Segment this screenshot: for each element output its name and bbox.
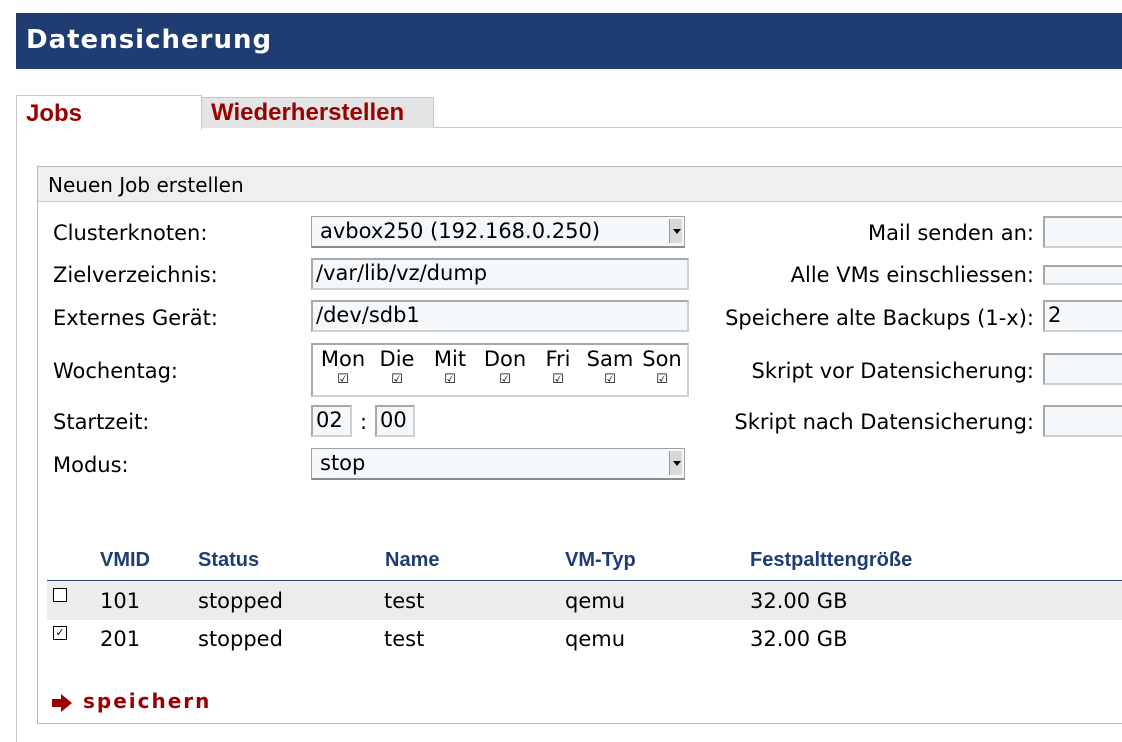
mail-input[interactable] [1043,216,1122,248]
panel-title: Neuen Job erstellen [48,173,244,197]
day-mon[interactable]: Mon ☑ [317,347,369,386]
checkbox-checked-icon[interactable]: ☑ [317,373,369,386]
column-header-name[interactable]: Name [385,549,439,572]
keep-backups-input[interactable]: 2 [1043,300,1122,332]
day-name: Don [483,347,527,371]
checkbox-checked-icon[interactable]: ☑ [375,373,419,386]
table-header-divider [47,580,1122,581]
cell-name: test [384,589,425,613]
table-row[interactable]: ✓ 201 stopped test qemu 32.00 GB [47,620,1122,658]
start-minute-input[interactable]: 00 [375,405,415,437]
checkbox-checked-icon[interactable]: ☑ [479,373,531,386]
cell-vmid: 101 [100,589,141,613]
cell-vmid: 201 [100,627,141,651]
mode-select-value: stop [320,451,366,475]
column-header-vmid[interactable]: VMID [100,549,150,572]
checkbox-checked-icon[interactable]: ☑ [540,373,576,386]
arrow-right-icon [52,694,72,712]
start-time-label: Startzeit: [53,410,150,434]
save-label: speichern [83,689,212,713]
row-checkbox[interactable]: ✓ [53,626,67,640]
table-row[interactable]: 101 stopped test qemu 32.00 GB [47,582,1122,620]
cell-vm-type: qemu [565,589,626,613]
external-device-label: Externes Gerät: [53,306,218,330]
cell-disk-size: 32.00 GB [750,589,848,613]
mode-label: Modus: [53,453,129,477]
cell-disk-size: 32.00 GB [750,627,848,651]
day-don[interactable]: Don ☑ [479,347,531,386]
column-header-disk-size[interactable]: Festpalttengröße [750,549,912,572]
tab-restore-label: Wiederherstellen [211,99,405,126]
mail-label: Mail senden an: [868,221,1034,245]
script-before-label: Skript vor Datensicherung: [751,359,1035,383]
checkbox-checked-icon[interactable]: ☑ [428,373,472,386]
tab-jobs-label: Jobs [26,100,83,127]
script-before-input[interactable] [1043,353,1122,385]
day-name: Mon [320,347,366,371]
node-label: Clusterknoten: [53,221,208,245]
script-after-label: Skript nach Datensicherung: [734,410,1034,434]
chevron-down-icon [669,451,682,475]
day-die[interactable]: Die ☑ [375,347,419,386]
day-mit[interactable]: Mit ☑ [428,347,472,386]
day-fri[interactable]: Fri ☑ [540,347,576,386]
start-hour-input[interactable]: 02 [311,405,352,437]
day-name: Mit [433,347,467,371]
page-title: Datensicherung [26,25,273,55]
tab-restore[interactable]: Wiederherstellen [201,97,434,128]
row-checkbox[interactable] [53,588,67,602]
node-select-value: avbox250 (192.168.0.250) [320,219,601,243]
keep-backups-label: Speichere alte Backups (1-x): [725,306,1034,330]
page-header: Datensicherung [16,13,1122,69]
mode-select[interactable]: stop [311,448,685,480]
day-name: Die [379,347,415,371]
tab-jobs[interactable]: Jobs [16,95,202,130]
column-header-vm-type[interactable]: VM-Typ [565,549,636,572]
cell-status: stopped [198,589,283,613]
all-vms-checkbox[interactable] [1043,265,1122,285]
script-after-input[interactable] [1043,405,1122,437]
panel-header: Neuen Job erstellen [38,167,1122,202]
time-separator: : [360,410,368,434]
cell-status: stopped [198,627,283,651]
weekday-label: Wochentag: [53,359,178,383]
cell-vm-type: qemu [565,627,626,651]
tab-content-border [16,128,17,742]
day-name: Fri [545,347,571,371]
target-dir-label: Zielverzeichnis: [53,263,218,287]
cell-name: test [384,627,425,651]
column-header-status[interactable]: Status [198,549,259,572]
all-vms-label: Alle VMs einschliessen: [790,263,1034,287]
